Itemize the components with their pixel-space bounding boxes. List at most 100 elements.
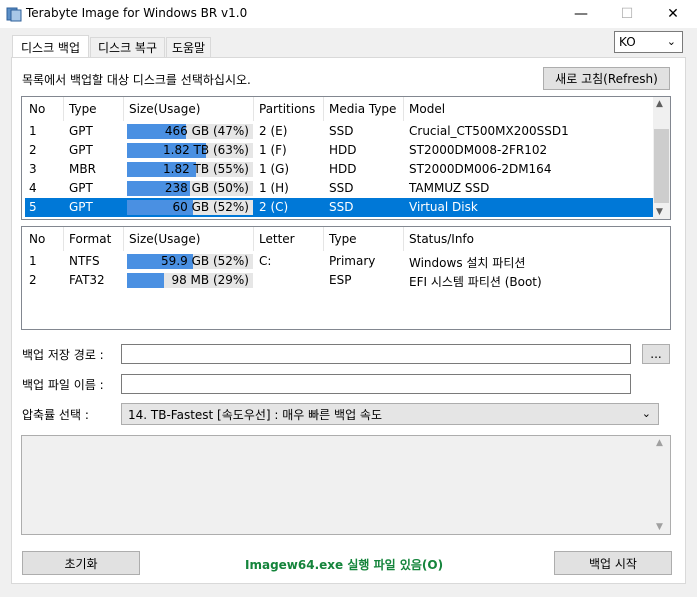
partition-info: EFI 시스템 파티션 (Boot): [409, 275, 542, 289]
col-header: Type: [329, 232, 357, 246]
disk-type: GPT: [69, 143, 93, 157]
col-header: Size(Usage): [129, 232, 201, 246]
log-scrollbar[interactable]: ▲ ▼: [653, 436, 670, 534]
disk-list-scrollbar[interactable]: ▲ ▼: [653, 97, 670, 219]
disk-media-type: SSD: [329, 181, 354, 195]
backup-path-label: 백업 저장 경로 :: [22, 348, 104, 362]
partition-format: NTFS: [69, 254, 100, 268]
disk-no: 1: [29, 124, 37, 138]
partition-no: 2: [29, 273, 37, 287]
usage-text: 1.82 TB (55%): [163, 162, 249, 176]
tab-help[interactable]: 도움말: [166, 37, 211, 57]
disk-list[interactable]: No Type Size(Usage) Partitions Media Typ…: [21, 96, 671, 220]
tab-label: 디스크 복구: [97, 41, 157, 55]
col-header: Partitions: [259, 102, 316, 116]
tab-disk-backup[interactable]: 디스크 백업: [12, 35, 89, 58]
disk-row[interactable]: 2 GPT 1.82 TB (63%) 1 (F) HDD ST2000DM008-2FR…: [25, 141, 653, 160]
disk-model: ST2000DM006-2DM164: [409, 162, 552, 176]
disk-row[interactable]: 3 MBR 1.82 TB (55%) 1 (G) HDD ST2000DM006-2DM…: [25, 160, 653, 179]
language-select[interactable]: KO ⌄: [614, 31, 683, 53]
scroll-down-icon[interactable]: ▼: [656, 207, 663, 217]
disk-no: 4: [29, 181, 37, 195]
disk-model: Crucial_CT500MX200SSD1: [409, 124, 569, 138]
partition-format: FAT32: [69, 273, 105, 287]
col-header: Type: [69, 102, 97, 116]
status-text: Imagew64.exe 실행 파일 있음(O): [245, 558, 444, 572]
usage-bar: 466 GB (47%): [127, 124, 253, 139]
col-header: Size(Usage): [129, 102, 201, 116]
col-header: Format: [69, 232, 112, 246]
usage-text: 59.9 GB (52%): [161, 254, 249, 268]
backup-name-label: 백업 파일 이름 :: [22, 378, 104, 392]
usage-bar: 59.9 GB (52%): [127, 254, 253, 269]
partition-row[interactable]: 1 NTFS 59.9 GB (52%) C: Primary Windows 설치 파티…: [25, 252, 665, 271]
disk-no: 3: [29, 162, 37, 176]
log-textarea[interactable]: ▲ ▼: [21, 435, 671, 535]
disk-row[interactable]: 4 GPT 238 GB (50%) 1 (H) SSD TAMMUZ SSD: [25, 179, 653, 198]
usage-bar: 60 GB (52%): [127, 200, 253, 215]
language-value: KO: [619, 35, 636, 49]
backup-name-input[interactable]: [121, 374, 631, 394]
partition-rows: 1 NTFS 59.9 GB (52%) C: Primary Windows 설치 파티…: [25, 252, 666, 329]
browse-button[interactable]: ...: [642, 344, 670, 364]
usage-percent: (50%): [212, 181, 249, 195]
col-header: No: [29, 232, 46, 246]
usage-percent: (52%): [212, 254, 249, 268]
disk-row[interactable]: 5 GPT 60 GB (52%) 2 (C) SSD Virtual Disk: [25, 198, 653, 217]
compression-value: 14. TB-Fastest [속도우선] : 매우 빠른 백업 속도: [128, 407, 383, 422]
col-header: No: [29, 102, 46, 116]
disk-row[interactable]: 1 GPT 466 GB (47%) 2 (E) SSD Crucial_CT500MX2…: [25, 122, 653, 141]
disk-media-type: SSD: [329, 124, 354, 138]
usage-percent: (63%): [212, 143, 249, 157]
refresh-button[interactable]: 새로 고침(Refresh): [543, 67, 670, 90]
usage-text: 238 GB (50%): [165, 181, 249, 195]
minimize-icon[interactable]: —: [558, 0, 604, 28]
reset-label: 초기화: [64, 556, 98, 571]
size-value: 466 GB: [164, 124, 210, 138]
col-header: Media Type: [329, 102, 397, 116]
chevron-down-icon: ⌄: [641, 407, 651, 420]
size-value: 1.82 TB: [163, 143, 210, 157]
usage-percent: (29%): [212, 273, 249, 287]
disk-partitions: 1 (G): [259, 162, 290, 176]
disk-type: MBR: [69, 162, 96, 176]
disk-partitions: 1 (H): [259, 181, 289, 195]
disk-no: 5: [29, 200, 37, 214]
disk-model: ST2000DM008-2FR102: [409, 143, 548, 157]
partition-row[interactable]: 2 FAT32 98 MB (29%) ESP EFI 시스템 파티션 (Boot): [25, 271, 665, 290]
size-value: 59.9 GB: [161, 254, 210, 268]
usage-bar: 1.82 TB (63%): [127, 143, 253, 158]
backup-path-input[interactable]: [121, 344, 631, 364]
scroll-up-icon[interactable]: ▲: [656, 438, 663, 448]
usage-bar: 238 GB (50%): [127, 181, 253, 196]
scroll-up-icon[interactable]: ▲: [656, 99, 663, 109]
maximize-icon[interactable]: ☐: [604, 0, 650, 28]
disk-model: TAMMUZ SSD: [409, 181, 490, 195]
start-backup-button[interactable]: 백업 시작: [554, 551, 672, 575]
size-value: 238 GB: [164, 181, 210, 195]
usage-text: 60 GB (52%): [173, 200, 250, 214]
compression-select[interactable]: 14. TB-Fastest [속도우선] : 매우 빠른 백업 속도 ⌄: [121, 403, 659, 425]
disk-no: 2: [29, 143, 37, 157]
tab-disk-restore[interactable]: 디스크 복구: [90, 37, 165, 57]
usage-text: 466 GB (47%): [165, 124, 249, 138]
app-icon: [6, 7, 22, 22]
size-value: 60 GB: [172, 200, 210, 214]
usage-fill: [127, 273, 164, 288]
disk-media-type: HDD: [329, 143, 357, 157]
compression-label: 압축률 선택 :: [22, 408, 89, 422]
disk-partitions: 2 (C): [259, 200, 289, 214]
size-value: 1.82 TB: [163, 162, 210, 176]
close-icon[interactable]: ✕: [650, 0, 696, 28]
partition-list[interactable]: No Format Size(Usage) Letter Type Status…: [21, 226, 671, 330]
usage-percent: (47%): [212, 124, 249, 138]
reset-button[interactable]: 초기화: [22, 551, 140, 575]
disk-rows: 1 GPT 466 GB (47%) 2 (E) SSD Crucial_CT500MX2…: [25, 122, 654, 219]
scroll-down-icon[interactable]: ▼: [656, 522, 663, 532]
start-backup-label: 백업 시작: [589, 556, 637, 571]
partition-type: Primary: [329, 254, 376, 268]
disk-list-header: No Type Size(Usage) Partitions Media Typ…: [22, 97, 654, 121]
scroll-thumb[interactable]: [654, 129, 669, 203]
disk-media-type: HDD: [329, 162, 357, 176]
usage-bar: 98 MB (29%): [127, 273, 253, 288]
